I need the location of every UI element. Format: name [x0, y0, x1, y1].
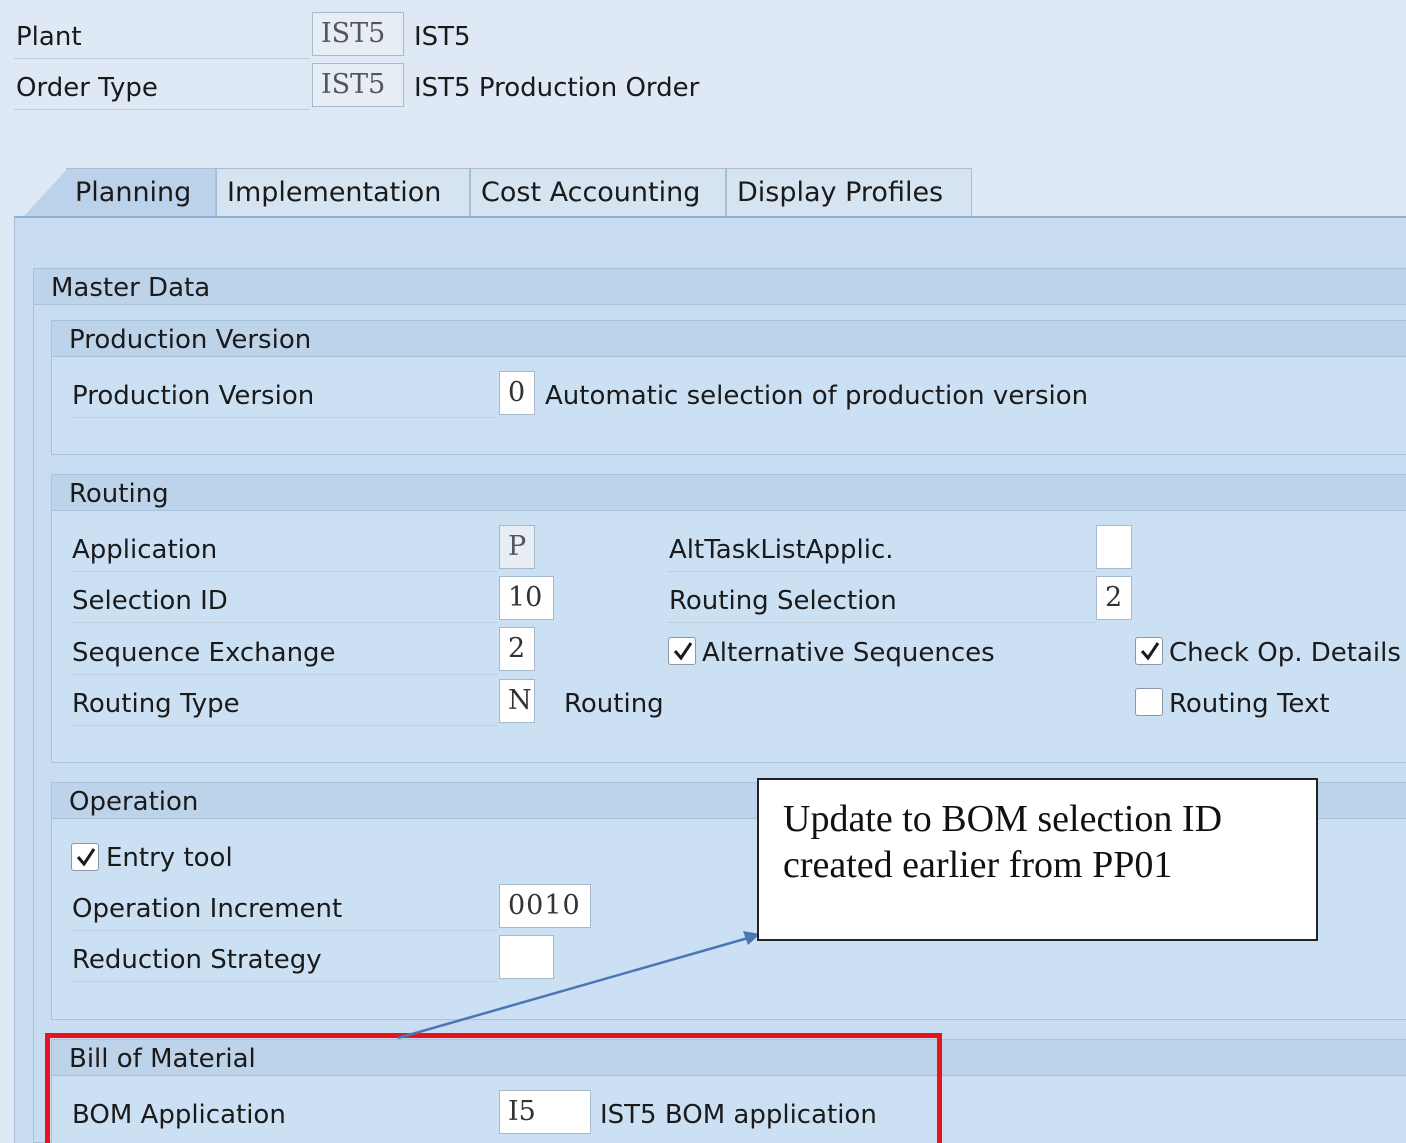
annotation-arrow	[397, 931, 760, 1040]
annotation-line-2: created earlier from PP01	[783, 844, 1173, 886]
annotation-line-1: Update to BOM selection ID	[783, 798, 1223, 840]
annotation-callout: Update to BOM selection ID created earli…	[757, 778, 1318, 941]
